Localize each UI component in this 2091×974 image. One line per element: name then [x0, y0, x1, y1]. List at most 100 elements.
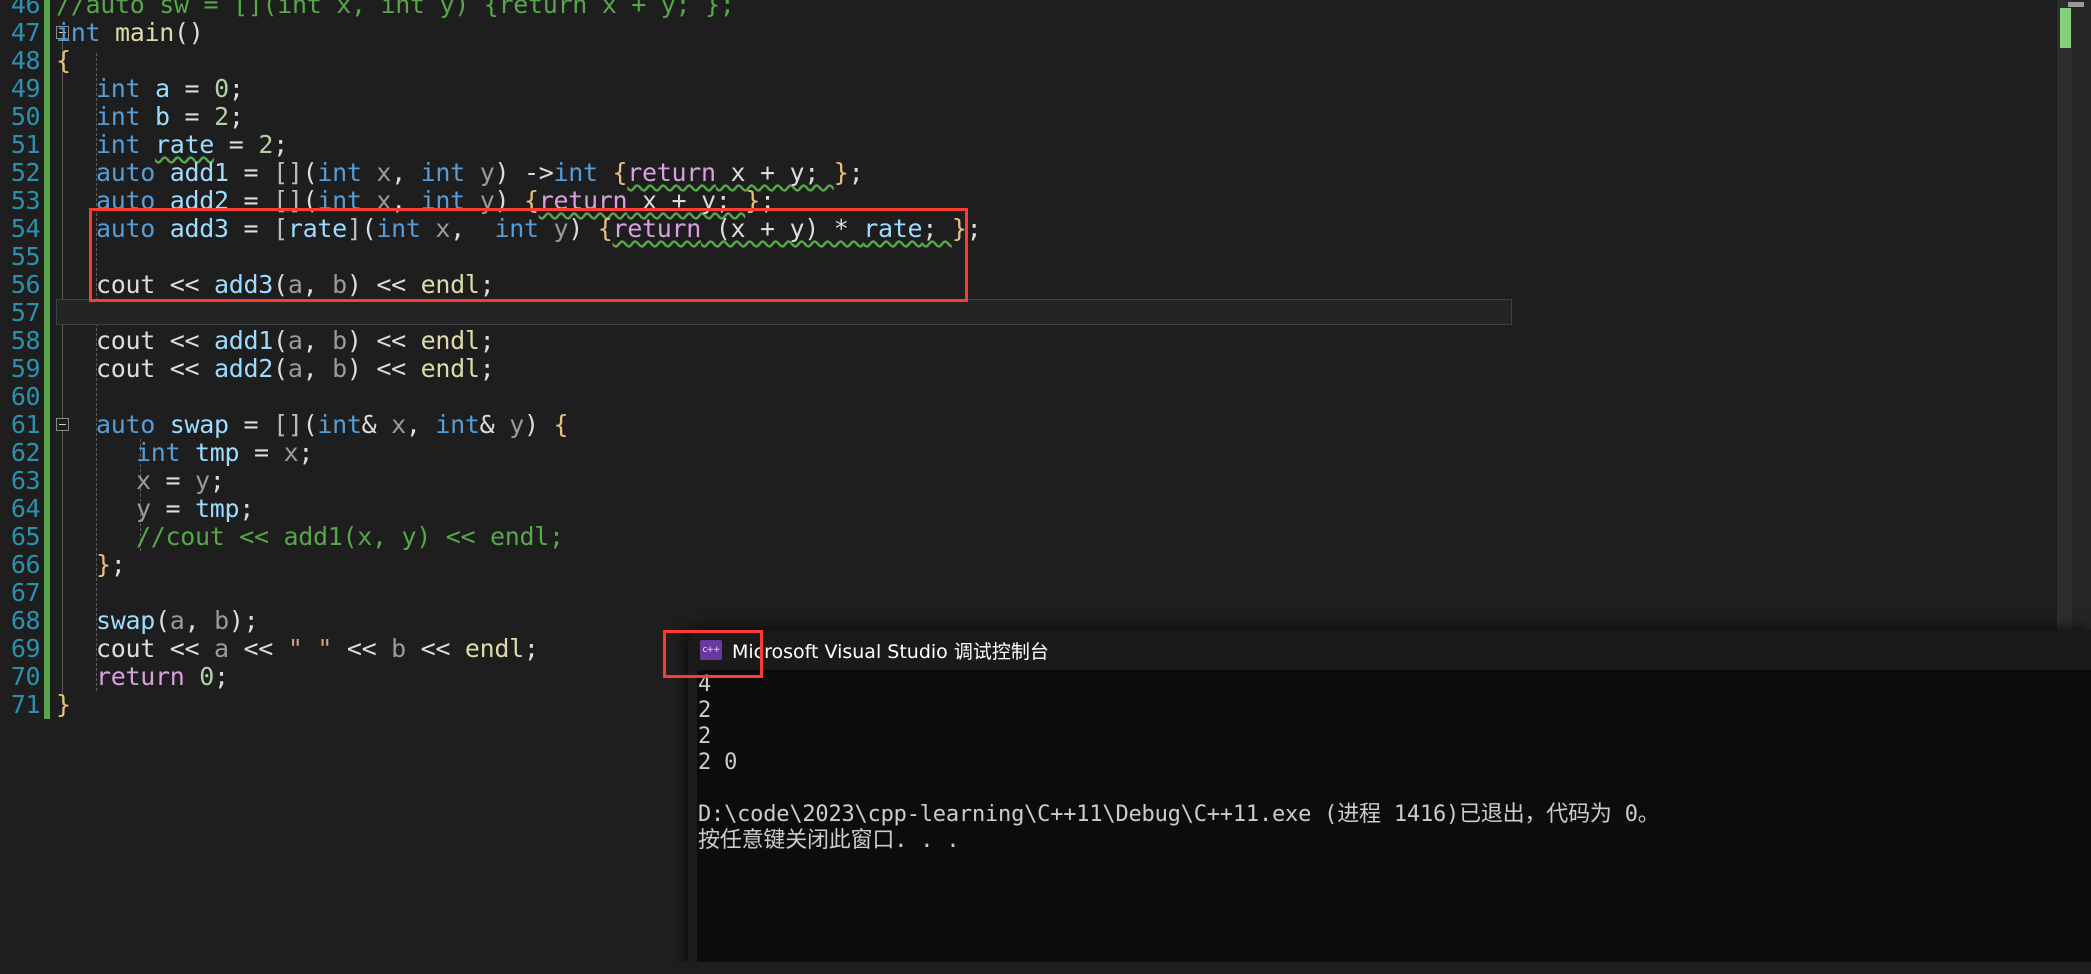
code-token: ): [568, 214, 598, 243]
console-title-bar[interactable]: c++ Microsoft Visual Studio 调试控制台: [688, 630, 2091, 670]
code-line-48[interactable]: {: [56, 47, 71, 75]
code-token: (: [273, 270, 288, 299]
code-token: int: [96, 74, 141, 103]
code-token: ): [494, 186, 524, 215]
code-line-63[interactable]: x = y;: [136, 467, 225, 495]
console-line-5: D:\code\2023\cpp-learning\C++11\Debug\C+…: [698, 802, 1660, 827]
code-token: (: [361, 214, 377, 243]
debug-console-window[interactable]: c++ Microsoft Visual Studio 调试控制台 4222 0…: [688, 630, 2091, 974]
code-token: add3: [169, 214, 229, 243]
code-token: y: [509, 410, 524, 439]
code-token: ;: [479, 326, 495, 355]
code-token: (: [273, 354, 288, 383]
code-line-47[interactable]: int main(): [56, 19, 204, 47]
code-token: ) ->: [494, 158, 554, 187]
code-token: =: [150, 494, 196, 523]
code-token: b: [332, 354, 347, 383]
code-line-46[interactable]: //auto sw = [](int x, int y) {return x +…: [56, 0, 735, 19]
code-token: ,: [302, 270, 333, 299]
code-line-66[interactable]: };: [96, 551, 126, 579]
code-line-65[interactable]: //cout << add1(x, y) << endl;: [136, 523, 564, 551]
console-app-icon: c++: [700, 640, 722, 660]
code-token: 0: [214, 74, 229, 103]
code-token: b: [214, 606, 229, 635]
console-output-area[interactable]: 4222 0 D:\code\2023\cpp-learning\C++11\De…: [688, 670, 2091, 974]
code-line-69[interactable]: cout << a << " " << b << endl;: [96, 635, 539, 663]
code-token: cout: [96, 326, 156, 355]
code-line-62[interactable]: int tmp = x;: [136, 439, 313, 467]
code-token: a: [287, 270, 303, 299]
code-token: ;: [848, 158, 864, 187]
screenshot-root: 46 47 48 49 50 51 52 53 54 55 56 57 58 59 60 61 62 63 64 65…: [0, 0, 2091, 974]
scrollbar-marker-0: [2060, 8, 2071, 48]
code-token: b: [332, 270, 347, 299]
code-token: =: [228, 410, 274, 439]
code-token: rate: [155, 130, 215, 159]
code-token: ;: [760, 186, 775, 215]
code-line-59[interactable]: cout << add2(a, b) << endl;: [96, 354, 495, 383]
code-token: return: [96, 662, 185, 691]
code-line-49[interactable]: int a = 0;: [96, 75, 244, 103]
code-token: ;: [228, 74, 244, 103]
code-token: return: [538, 186, 628, 215]
code-token: ;: [228, 102, 244, 131]
code-token: tmp: [195, 494, 240, 523]
code-line-53[interactable]: auto add2 = [](int x, int y) {return x +…: [96, 187, 775, 215]
code-token: ;: [209, 466, 225, 495]
code-token: auto: [96, 158, 156, 187]
code-token: x: [435, 214, 451, 243]
code-token: auto: [96, 410, 156, 439]
code-token: ,: [391, 158, 421, 187]
code-line-51[interactable]: int rate = 2;: [96, 131, 288, 159]
code-line-58[interactable]: cout << add1(a, b) << endl;: [96, 326, 495, 355]
code-line-50[interactable]: int b = 2;: [96, 103, 244, 131]
code-token: b: [391, 634, 406, 663]
scrollbar-thumb[interactable]: [2068, 2, 2084, 7]
code-token: =: [228, 214, 274, 243]
code-token: <<: [332, 634, 392, 663]
code-line-56[interactable]: cout << add3(a, b) << endl;: [96, 270, 495, 299]
code-token: ;: [922, 214, 952, 243]
code-token: (: [302, 158, 318, 187]
code-line-61[interactable]: auto swap = [](int& x, int& y) {: [96, 410, 569, 439]
code-token: ) <<: [346, 270, 421, 299]
code-token: {: [523, 186, 539, 215]
code-token: return: [612, 214, 702, 243]
code-token: <<: [155, 326, 215, 355]
code-token: ,: [184, 606, 215, 635]
code-token: ,: [450, 214, 495, 243]
code-token: int: [136, 438, 181, 467]
code-line-71[interactable]: }: [56, 691, 71, 719]
code-token: =: [228, 186, 274, 215]
code-token: =: [169, 102, 215, 131]
code-token: auto: [96, 214, 156, 243]
code-token: b: [155, 102, 170, 131]
code-line-54[interactable]: auto add3 = [rate](int x, int y) {return…: [96, 214, 982, 243]
code-token: ;: [966, 214, 982, 243]
console-line-1: 2: [698, 698, 712, 723]
code-token: add2: [214, 354, 274, 383]
code-line-52[interactable]: auto add1 = [](int x, int y) ->int {retu…: [96, 158, 864, 187]
code-token: x: [376, 158, 392, 187]
code-token: );: [228, 606, 259, 635]
code-line-64[interactable]: y = tmp;: [136, 495, 254, 523]
code-token: }: [56, 690, 71, 719]
code-line-68[interactable]: swap(a, b);: [96, 606, 259, 635]
code-line-70[interactable]: return 0;: [96, 663, 229, 691]
code-token: &: [361, 410, 392, 439]
code-token: (): [174, 18, 204, 47]
code-token: }: [833, 158, 849, 187]
code-token: x: [391, 410, 406, 439]
code-token: [: [273, 214, 288, 243]
code-token: y: [553, 214, 569, 243]
code-token: tmp: [195, 438, 240, 467]
code-token: int: [435, 410, 480, 439]
